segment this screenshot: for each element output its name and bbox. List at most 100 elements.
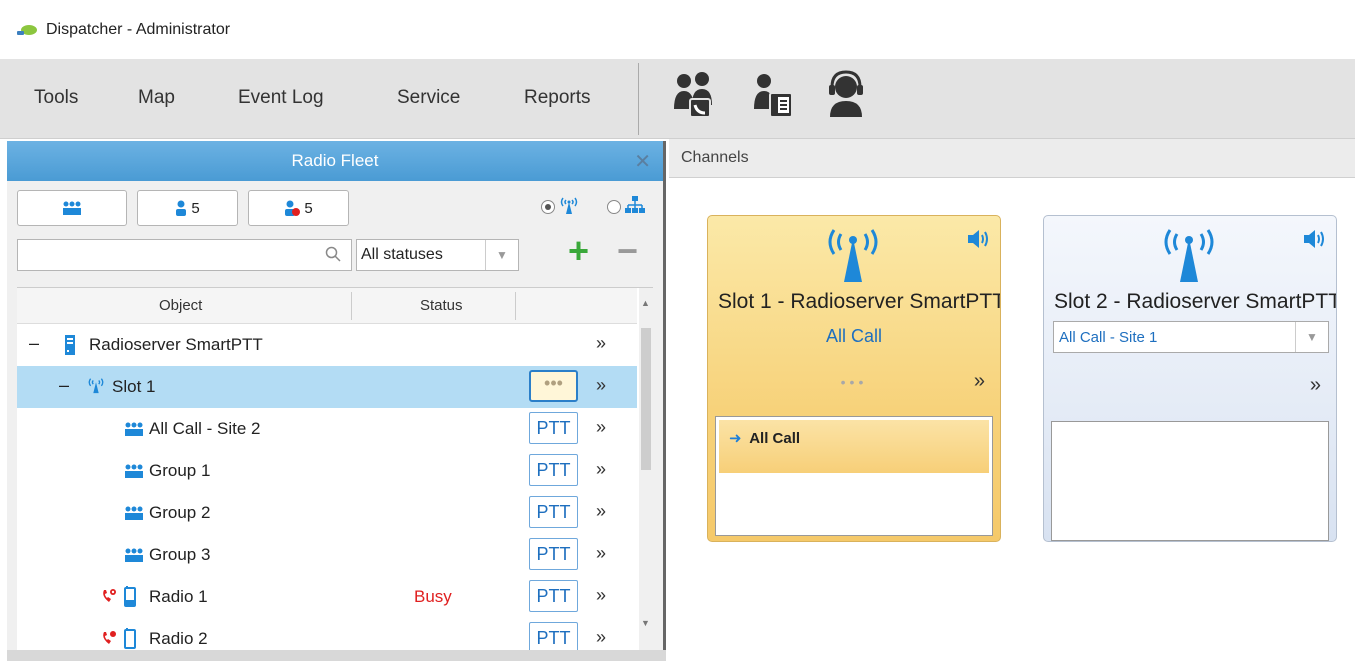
close-icon[interactable]: ✕: [634, 149, 651, 174]
group-icon: [123, 422, 145, 436]
tree-row-label: Group 2: [149, 503, 211, 522]
view-radio-mode-radio[interactable]: [541, 200, 555, 214]
phone-call-icon: [101, 630, 117, 646]
ptt-button[interactable]: PTT: [529, 412, 578, 444]
chevron-right-icon[interactable]: »: [596, 627, 606, 648]
search-icon: [325, 246, 341, 262]
chevron-right-icon[interactable]: »: [596, 501, 606, 522]
call-list: [1051, 421, 1329, 541]
tree-row-slot-1[interactable]: – Slot 1 ••• »: [17, 366, 637, 408]
search-input[interactable]: [17, 239, 352, 271]
tree-row-label: Group 3: [149, 545, 211, 564]
group-icon: [123, 464, 145, 478]
ptt-button[interactable]: PTT: [529, 580, 578, 612]
ptt-button[interactable]: PTT: [529, 454, 578, 486]
remove-button[interactable]: −: [617, 233, 638, 269]
person-offline-icon: [285, 200, 301, 216]
online-radios-filter-button[interactable]: 5: [137, 190, 238, 226]
grid-scrollbar[interactable]: ▲ ▼: [639, 288, 653, 661]
status-filter-select[interactable]: All statuses ▼: [356, 239, 519, 271]
channels-header: Channels: [669, 139, 1355, 178]
radio-device-icon: [123, 586, 137, 608]
antenna-icon: [559, 196, 579, 214]
scroll-up-icon[interactable]: ▲: [641, 298, 650, 308]
group-icon: [123, 506, 145, 520]
status-filter-value: All statuses: [361, 246, 443, 263]
tree-row-talkgroup[interactable]: Group 3 PTT »: [17, 534, 637, 576]
column-object[interactable]: Object: [159, 297, 202, 314]
menu-event-log[interactable]: Event Log: [238, 87, 324, 109]
tree-row-talkgroup[interactable]: Group 2 PTT »: [17, 492, 637, 534]
channels-panel: Channels Slot 1 - Radioserver SmartPTT A…: [669, 139, 1355, 661]
title-bar: Dispatcher - Administrator: [0, 0, 1355, 59]
speaker-icon[interactable]: [966, 228, 990, 250]
menu-map[interactable]: Map: [138, 87, 175, 109]
channel-name: Slot 2 - Radioserver SmartPTT: [1054, 290, 1336, 313]
panel-bottom-bar: [7, 650, 666, 661]
person-icon: [176, 200, 187, 216]
chevron-down-icon: ▼: [1295, 322, 1328, 352]
tree-row-label: Radioserver SmartPTT: [89, 335, 263, 354]
scroll-down-icon[interactable]: ▼: [641, 618, 650, 628]
chevron-down-icon: ▼: [485, 240, 518, 270]
call-list: ➜ All Call: [715, 416, 993, 536]
offline-count: 5: [304, 199, 313, 217]
tree-row-talkgroup[interactable]: All Call - Site 2 PTT »: [17, 408, 637, 450]
tree-row-talkgroup[interactable]: Group 1 PTT »: [17, 450, 637, 492]
window-title: Dispatcher - Administrator: [46, 20, 231, 38]
phone-call-icon: [101, 588, 117, 604]
menu-tools[interactable]: Tools: [34, 87, 78, 109]
speaker-icon[interactable]: [1302, 228, 1326, 250]
add-button[interactable]: +: [568, 233, 589, 269]
radio-fleet-grid: Object Status – Radioserver SmartPTT » –…: [17, 287, 653, 661]
call-entry[interactable]: ➜ All Call: [719, 420, 989, 473]
talkgroups-filter-button[interactable]: [17, 190, 127, 226]
arrow-right-icon: ➜: [729, 430, 742, 447]
menu-service[interactable]: Service: [397, 87, 460, 109]
menu-reports[interactable]: Reports: [524, 87, 591, 109]
tree-row-label: Radio 2: [149, 629, 208, 648]
tree-row-label: Slot 1: [112, 377, 156, 396]
column-status[interactable]: Status: [420, 297, 463, 314]
channel-card-slot-2[interactable]: Slot 2 - Radioserver SmartPTT All Call -…: [1043, 215, 1337, 542]
status-badge: Busy: [414, 587, 452, 606]
telephone-subscriber-icon[interactable]: [752, 69, 796, 121]
ptt-button[interactable]: PTT: [529, 496, 578, 528]
talkgroup-select[interactable]: All Call - Site 1 ▼: [1053, 321, 1329, 353]
talkgroup-call-icon[interactable]: [672, 69, 716, 121]
chevron-right-icon[interactable]: »: [974, 370, 985, 393]
ptt-button[interactable]: PTT: [529, 538, 578, 570]
grid-header: Object Status: [17, 288, 637, 324]
chevron-right-icon[interactable]: »: [596, 543, 606, 564]
collapse-toggle[interactable]: –: [29, 333, 39, 354]
tree-row-label: Group 1: [149, 461, 211, 480]
main-toolbar: Tools Map Event Log Service Reports: [0, 59, 1355, 139]
radio-device-icon: [123, 628, 137, 650]
more-options-button[interactable]: •••: [529, 370, 578, 402]
tree-row-label: Radio 1: [149, 587, 208, 606]
chevron-right-icon[interactable]: »: [596, 417, 606, 438]
toolbar-separator: [638, 63, 639, 135]
operator-headset-icon[interactable]: [824, 69, 868, 121]
channel-card-slot-1[interactable]: Slot 1 - Radioserver SmartPTT All Call •…: [707, 215, 1001, 542]
chevron-right-icon[interactable]: »: [596, 585, 606, 606]
tree-row-radioserver[interactable]: – Radioserver SmartPTT »: [17, 324, 637, 366]
talkgroup-select-value: All Call - Site 1: [1059, 329, 1158, 346]
current-call-label: All Call: [825, 326, 882, 346]
tree-row-radio[interactable]: Radio 1 Busy PTT »: [17, 576, 637, 618]
chevron-right-icon[interactable]: »: [596, 459, 606, 480]
view-hierarchy-mode-radio[interactable]: [607, 200, 621, 214]
call-entry-label: All Call: [749, 430, 801, 447]
more-options-button[interactable]: •••: [708, 374, 1000, 390]
scrollbar-thumb[interactable]: [641, 328, 651, 470]
hierarchy-icon: [625, 196, 645, 214]
chevron-right-icon[interactable]: »: [1310, 374, 1321, 397]
server-icon: [64, 335, 76, 355]
collapse-toggle[interactable]: –: [59, 375, 69, 396]
offline-radios-filter-button[interactable]: 5: [248, 190, 349, 226]
online-count: 5: [191, 199, 200, 217]
app-icon: [16, 23, 38, 37]
radio-fleet-header: Radio Fleet ✕: [7, 141, 663, 181]
chevron-right-icon[interactable]: »: [596, 333, 606, 354]
chevron-right-icon[interactable]: »: [596, 375, 606, 396]
